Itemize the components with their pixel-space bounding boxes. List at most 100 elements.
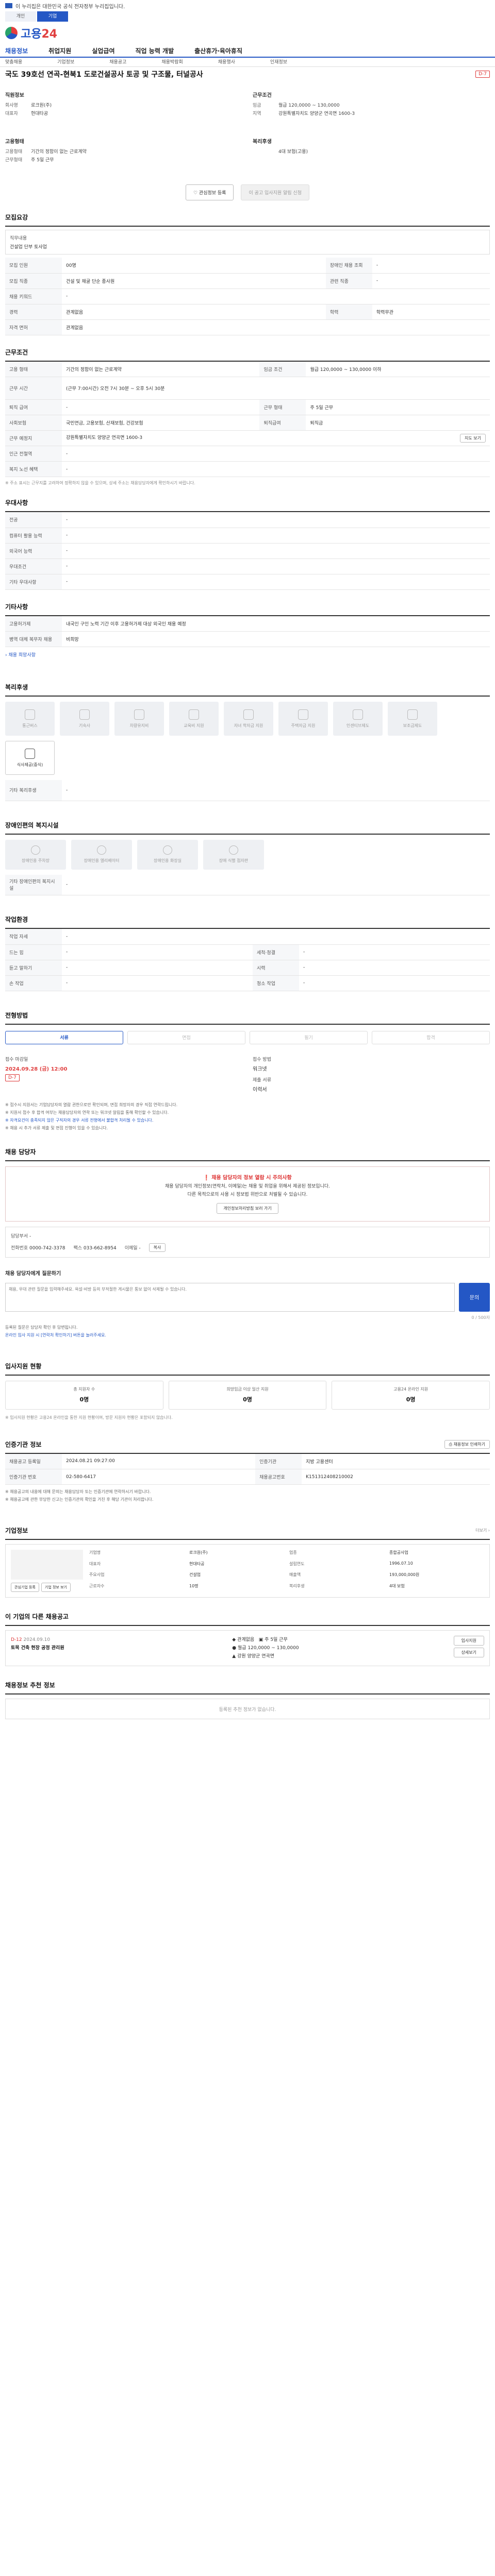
dorm-icon	[79, 709, 90, 720]
map-button[interactable]: 지도 보기	[460, 434, 486, 443]
gnb-item[interactable]: 직업 능력 개발	[136, 44, 174, 57]
wish-link[interactable]: › 채용 희망사항	[5, 651, 490, 658]
company-detail-button[interactable]: 기업 정보 보기	[41, 1583, 71, 1592]
table-row: 근무 시간 (근무 7:00시간) 오전 7시 30분 ~ 오후 5시 30분	[5, 377, 490, 400]
bookmark-company-button[interactable]: 관심기업 등록	[11, 1583, 39, 1592]
chevron-right-icon: ›	[487, 1528, 490, 1533]
job-summary: 직원정보 회사명 로크원(주) 대표자 현대타공 고용형태 고용형태 기간의 정함이 …	[0, 82, 495, 180]
sub-nav-item[interactable]: 인재정보	[270, 58, 287, 66]
privacy-warning: ❗ 채용 담당자의 정보 열람 시 주의사항 채용 담당자의 개인정보(연락처,…	[5, 1166, 490, 1222]
welfare-item: 자녀 학자금 지원	[224, 702, 273, 736]
section-head: 이 기업의 다른 채용공고	[5, 1608, 490, 1626]
empty-state: 등록된 추천 정보가 없습니다.	[5, 1699, 490, 1719]
section-head: 인증기관 정보 ⎙ 채용정보 인쇄하기	[5, 1436, 490, 1454]
section-title: 작업환경	[5, 911, 490, 929]
privacy-policy-button[interactable]: 개인정보처리방침 보러 가기	[217, 1202, 278, 1214]
welfare-item: 차량유지비	[114, 702, 164, 736]
welfare-item: 기숙사	[60, 702, 109, 736]
summary-heading: 복리후생	[253, 139, 272, 145]
section-title: 우대사항	[5, 494, 490, 512]
etc-section: 기타사항 고용허가제 내국인 구인 노력 기간 이후 고용허가제 대상 외국인 채…	[0, 598, 495, 658]
table-row: 복지 노선 혜택 -	[5, 461, 490, 477]
global-nav: 채용정보 취업지원 실업급여 직업 능력 개발 출산휴가·육아휴직	[0, 44, 495, 58]
tab-personal[interactable]: 개인	[5, 11, 36, 22]
summary-row: 임금 월급 120,0000 ~ 130,0000	[253, 103, 340, 108]
tab-company[interactable]: 기업	[37, 11, 68, 22]
table-row: 모집 직종 건설 및 채굴 단순 종사원 관련 직종 -	[5, 273, 490, 289]
applicant-card: 총 지원자 수 0명	[5, 1380, 163, 1410]
inquiry-notes: 등록된 질문은 담당자 확인 후 답변됩니다. 온라인 입사 지원 시 [연락처…	[5, 1325, 106, 1337]
welfare-item: 보조금제도	[388, 702, 437, 736]
copy-button[interactable]: 복사	[148, 1243, 166, 1252]
logo-text: 고용24	[21, 28, 58, 41]
company-card: 관심기업 등록 기업 정보 보기 기업명 로크원(주) 업종 종합공사업 대표자 현대타…	[5, 1544, 490, 1598]
step-written: 필기	[250, 1030, 368, 1044]
sub-nav-item[interactable]: 채용행사	[218, 58, 235, 66]
detail-button[interactable]: 상세보기	[453, 1648, 485, 1657]
applicant-card: 희망임금 이상 일산 지원 0명	[168, 1380, 327, 1410]
welfare-list: 통근버스 기숙사 차량유지비 교육비 지원 자녀 학자금 지원 주택자금 지원 …	[5, 697, 490, 780]
dday-badge: D-7	[5, 1074, 20, 1081]
gnb-item[interactable]: 채용정보	[5, 44, 28, 57]
elevator-icon	[97, 845, 106, 855]
company-section: 기업정보 더보기 › 관심기업 등록 기업 정보 보기 기업명 로크원(주) 업종 종…	[0, 1522, 495, 1598]
manager-section: 채용 담당자 ❗ 채용 담당자의 정보 열람 시 주의사항 채용 담당자의 개인…	[0, 1143, 495, 1258]
recommend-section: 채용정보 추천 정보 등록된 추천 정보가 없습니다.	[0, 1676, 495, 1719]
summary-left: 직원정보 회사명 로크원(주) 대표자 현대타공 고용형태 고용형태 기간의 정함이 …	[5, 87, 237, 176]
workplace-section: 작업환경 작업 자세 - 드는 힘 - 세척·청결 - 듣고 말하기 - 시력 - 손 작업 -…	[0, 911, 495, 991]
section-title: 전형방법	[5, 1007, 490, 1025]
bookmark-button[interactable]: ♡ 관심정보 등록	[185, 184, 234, 200]
table-row: 채용공고 등록일 2024.08.21 09:27:00 인증기관 지방 고용센터	[5, 1453, 490, 1469]
welfare-item: 통근버스	[5, 702, 55, 736]
apply-info: 접수 마감일 2024.09.28 (금) 12:00 D-7 접수 방법 워크…	[5, 1050, 490, 1098]
print-icon: ⎙	[449, 1442, 454, 1447]
print-button[interactable]: ⎙ 채용정보 인쇄하기	[444, 1439, 490, 1449]
gnb-item[interactable]: 출산휴가·육아휴직	[194, 44, 242, 57]
meal-icon	[25, 748, 35, 759]
incentive-icon	[353, 709, 363, 720]
sub-nav-item[interactable]: 채용박람회	[161, 58, 183, 66]
inquiry-input[interactable]	[5, 1282, 455, 1312]
welfare-item: 교육비 지원	[169, 702, 219, 736]
career-icon: ◆	[232, 1637, 238, 1642]
summary-row: 4대 보험(고용)	[278, 149, 308, 155]
phone-value: 0000-742-3378	[29, 1245, 65, 1251]
summary-row: 대표자 현대타공	[5, 111, 48, 116]
header-logo[interactable]: 고용24	[0, 22, 495, 44]
disabled-other-table: 기타 장애인편의 복지시설 -	[5, 874, 490, 895]
welfare-item: 주택자금 지원	[278, 702, 328, 736]
table-row: 드는 힘 - 세척·청결 -	[5, 944, 490, 960]
gnb-item[interactable]: 실업급여	[92, 44, 114, 57]
table-row: 경력 관계없음 학력 학력무관	[5, 304, 490, 320]
apply-button[interactable]: 입사지원	[453, 1636, 485, 1646]
gnb-item[interactable]: 취업지원	[48, 44, 71, 57]
info-notes: ※ 채용공고의 내용에 대해 문의는 채용담당자 또는 인증기관에 연락하시기 …	[5, 1489, 154, 1502]
wage-icon: ●	[232, 1646, 238, 1651]
sub-nav-item[interactable]: 기업정보	[57, 58, 74, 66]
info-section: 인증기관 정보 ⎙ 채용정보 인쇄하기 채용공고 등록일 2024.08.21 0…	[0, 1436, 495, 1507]
sub-nav-item[interactable]: 채용공고	[109, 58, 126, 66]
section-title: 근무조건	[5, 344, 490, 362]
workplace-table: 작업 자세 - 드는 힘 - 세척·청결 - 듣고 말하기 - 시력 - 손 작업 - 청소 작업…	[5, 929, 490, 991]
other-job-title: 토목 건축 현장 공정 관리원	[11, 1646, 64, 1651]
heart-icon: ♡	[193, 191, 199, 196]
applicants-note: ※ 입사지원 현황은 고용24 온라인을 통한 지원 현황이며, 방문 지원자 …	[5, 1415, 173, 1420]
section-title: 장애인편의 복지시설	[5, 817, 490, 835]
toilet-icon	[163, 845, 172, 855]
process-steps: 서류 면접 필기 합격	[5, 1030, 490, 1044]
more-link[interactable]: 더보기 ›	[475, 1528, 490, 1533]
disabled-item: 장애인용 화장실	[137, 839, 198, 870]
summary-row: 회사명 로크원(주)	[5, 103, 52, 108]
job-title: 국도 39호선 연곡-현북1 도로건설공사 토공 및 구조물, 터널공사	[5, 71, 203, 79]
education-icon	[189, 709, 199, 720]
sub-nav-item[interactable]: 맞춤채용	[5, 58, 22, 66]
table-row: 자격 면허 관계없음	[5, 319, 490, 335]
inquiry-send-button[interactable]: 문의	[459, 1282, 490, 1312]
other-job-card[interactable]: D-12 2024.09.10 토목 건축 현장 공정 관리원 ◆ 관계없음 ▣…	[5, 1630, 490, 1666]
location-icon: ▲	[232, 1654, 238, 1659]
apply-alert-button[interactable]: 이 공고 입사지원 알림 신청	[241, 184, 309, 200]
company-logo	[11, 1550, 83, 1580]
table-row: 외국어 능력 -	[5, 543, 490, 559]
info-table: 채용공고 등록일 2024.08.21 09:27:00 인증기관 지방 고용센터 인…	[5, 1453, 490, 1485]
user-type-tabs: 개인 기업	[0, 11, 495, 22]
